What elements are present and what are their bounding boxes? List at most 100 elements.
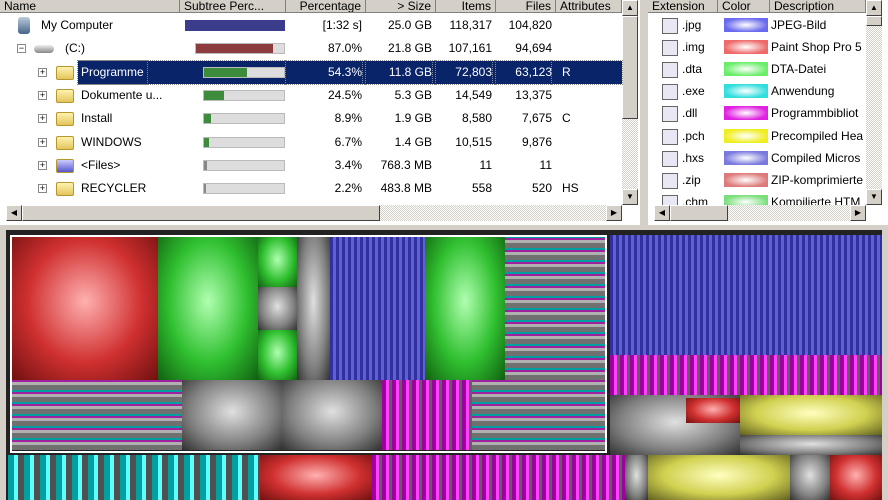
- scroll-left-button[interactable]: ◀: [654, 205, 670, 221]
- ext-vertical-scrollbar[interactable]: ▲ ▼: [866, 0, 882, 205]
- subtree-fill: [204, 137, 210, 147]
- item-attributes: [552, 84, 622, 107]
- item-attributes: C: [562, 111, 571, 126]
- item-name: WINDOWS: [81, 134, 142, 149]
- extension-row[interactable]: .hxs Compiled Micros: [648, 147, 866, 169]
- tree-row[interactable]: + Programme 54.3% 11.8 GB 72,803 63,123 R: [0, 59, 623, 85]
- folder-icon: [56, 112, 74, 127]
- extension-row[interactable]: .pch Precompiled Hea: [648, 125, 866, 147]
- expand-toggle[interactable]: +: [38, 160, 47, 170]
- scroll-left-button[interactable]: ◀: [6, 205, 22, 221]
- column-header[interactable]: Name: [0, 0, 180, 13]
- treemap-block[interactable]: [260, 455, 372, 500]
- scroll-thumb[interactable]: [670, 205, 728, 221]
- color-swatch: [724, 62, 768, 77]
- treemap-block[interactable]: [686, 398, 740, 423]
- extension-name: .jpg: [682, 18, 702, 32]
- scroll-right-button[interactable]: ▶: [850, 205, 866, 221]
- drive-icon: [34, 45, 54, 54]
- tree-row[interactable]: + <Files> 3.4% 768.3 MB 11 11: [0, 154, 622, 177]
- color-swatch: [724, 106, 768, 121]
- extension-row[interactable]: .img Paint Shop Pro 5: [648, 36, 866, 58]
- item-files: 9,876: [521, 134, 552, 149]
- folder-icon: [56, 158, 74, 173]
- extension-row[interactable]: .dll Programmbibliot: [648, 102, 866, 124]
- treemap-block[interactable]: [372, 455, 625, 500]
- item-name: RECYCLER: [81, 181, 147, 196]
- treemap-block[interactable]: [740, 435, 882, 455]
- file-type-icon: [662, 128, 678, 145]
- tree-row[interactable]: − (C:) 87.0% 21.8 GB 107,161 94,694: [0, 37, 622, 60]
- extension-description: DTA-Datei: [771, 62, 827, 77]
- extension-name: .img: [682, 40, 705, 55]
- extension-description: Programmbibliot: [771, 106, 859, 121]
- scroll-thumb[interactable]: [22, 205, 380, 221]
- item-files: 13,375: [515, 87, 552, 102]
- column-header[interactable]: Extension: [648, 0, 718, 13]
- treemap-block[interactable]: [790, 455, 830, 500]
- color-swatch: [724, 18, 768, 32]
- collapse-toggle[interactable]: −: [17, 44, 26, 54]
- treemap-block[interactable]: [8, 455, 260, 500]
- scroll-up-button[interactable]: ▲: [866, 0, 882, 16]
- item-name: <Files>: [81, 157, 121, 172]
- file-type-icon: [662, 18, 678, 34]
- file-type-icon: [662, 172, 678, 189]
- column-header[interactable]: Attributes: [556, 0, 622, 13]
- column-header[interactable]: Items: [436, 0, 496, 13]
- scroll-thumb[interactable]: [622, 16, 638, 119]
- tree-row[interactable]: My Computer [1:32 s] 25.0 GB 118,317 104,820: [0, 14, 622, 37]
- extension-row[interactable]: .dta DTA-Datei: [648, 58, 866, 80]
- expand-toggle[interactable]: +: [38, 67, 47, 77]
- column-header[interactable]: Subtree Perc...: [180, 0, 286, 13]
- expand-toggle[interactable]: +: [38, 114, 47, 124]
- column-header[interactable]: Color: [718, 0, 770, 13]
- subtree-percentage-bar: [203, 66, 285, 78]
- extension-row[interactable]: .exe Anwendung: [648, 80, 866, 102]
- scroll-down-button[interactable]: ▼: [622, 189, 638, 205]
- tree-row[interactable]: + RECYCLER 2.2% 483.8 MB 558 520 HS: [0, 177, 622, 200]
- tree-row[interactable]: + Install 8.9% 1.9 GB 8,580 7,675 C: [0, 107, 622, 130]
- tree-horizontal-scrollbar[interactable]: ◀ ▶: [6, 205, 622, 221]
- extension-description: ZIP-komprimierte: [771, 172, 864, 187]
- scroll-down-button[interactable]: ▼: [866, 189, 882, 205]
- file-type-icon: [662, 62, 678, 79]
- item-files: 94,694: [515, 41, 552, 56]
- treemap-block[interactable]: [648, 455, 790, 500]
- column-header[interactable]: Files: [496, 0, 556, 13]
- item-size: 21.8 GB: [387, 41, 432, 56]
- folder-icon: [56, 135, 74, 150]
- expand-toggle[interactable]: +: [38, 90, 47, 100]
- extension-name: .exe: [682, 84, 705, 99]
- extension-row[interactable]: .jpg JPEG-Bild: [648, 14, 866, 36]
- tree-row[interactable]: + Dokumente u... 24.5% 5.3 GB 14,549 13,375: [0, 84, 622, 107]
- color-swatch: [724, 128, 768, 143]
- column-header[interactable]: > Size: [366, 0, 436, 13]
- expand-toggle[interactable]: +: [38, 137, 47, 147]
- extension-description: Compiled Micros: [771, 150, 861, 165]
- treemap-block[interactable]: [610, 235, 882, 355]
- item-pct: 87.0%: [327, 41, 362, 56]
- subtree-percentage-bar: [203, 159, 285, 171]
- treemap-block[interactable]: [740, 395, 882, 435]
- treemap-block[interactable]: [625, 455, 648, 500]
- column-header[interactable]: Description: [770, 0, 866, 13]
- ext-horizontal-scrollbar[interactable]: ◀ ▶: [654, 205, 866, 221]
- treemap-block[interactable]: [610, 355, 882, 395]
- treemap[interactable]: [6, 230, 882, 500]
- scroll-thumb[interactable]: [866, 16, 882, 26]
- treemap-block[interactable]: [830, 455, 882, 500]
- tree-row[interactable]: + WINDOWS 6.7% 1.4 GB 10,515 9,876: [0, 131, 622, 154]
- tree-vertical-scrollbar[interactable]: ▲ ▼: [622, 0, 638, 205]
- extension-description: Paint Shop Pro 5: [771, 40, 862, 55]
- scroll-right-button[interactable]: ▶: [606, 205, 622, 221]
- column-header[interactable]: Percentage: [286, 0, 366, 13]
- subtree-percentage-bar: [203, 183, 285, 195]
- item-items: 107,161: [448, 41, 492, 56]
- extension-row[interactable]: .zip ZIP-komprimierte: [648, 169, 866, 191]
- subtree-fill: [204, 114, 212, 124]
- item-name: Dokumente u...: [81, 87, 163, 102]
- item-attributes: HS: [562, 181, 579, 196]
- expand-toggle[interactable]: +: [38, 184, 47, 194]
- scroll-up-button[interactable]: ▲: [622, 0, 638, 16]
